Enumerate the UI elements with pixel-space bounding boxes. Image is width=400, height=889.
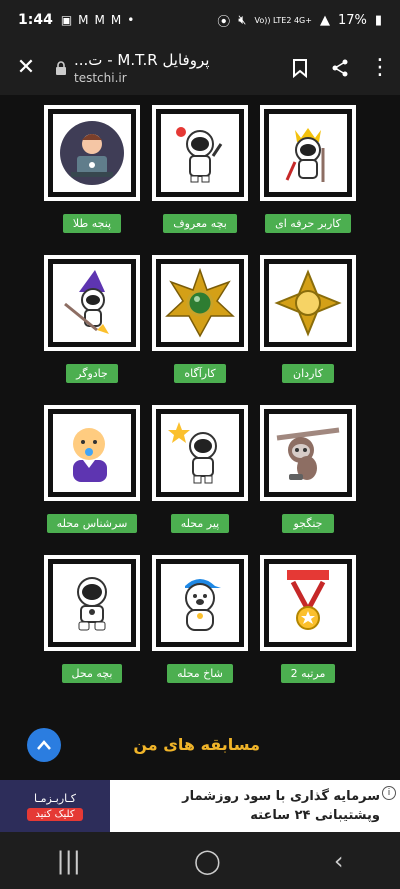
gmail-icon-2: M bbox=[94, 13, 105, 27]
ad-text[interactable]: سرمایه گذاری با سود روزشمار وپشتیبانی ۲۴… bbox=[110, 783, 400, 830]
dot-icon: • bbox=[127, 13, 135, 27]
domain-text: testchi.ir bbox=[74, 70, 127, 85]
badge-item[interactable]: کاردان bbox=[260, 255, 356, 383]
ad-brand[interactable]: کـاربـزمـا کلیک کنید bbox=[0, 780, 110, 832]
status-bar: 1:44 ▣ M M M • ⦿ 🔇︎ Vo)) LTE2 4G+ ▲ 17% … bbox=[0, 0, 400, 40]
browser-toolbar: ✕ پروفایل M.T.R - ت... testchi.ir ⋮ bbox=[0, 40, 400, 95]
battery-level: 17% bbox=[337, 12, 367, 28]
badge-label: کاربر حرفه ای bbox=[265, 214, 351, 233]
badge-label: کارآگاه bbox=[174, 364, 226, 383]
badge-frame bbox=[44, 405, 140, 501]
gold-cross-medal-icon bbox=[274, 269, 342, 337]
badge-item[interactable]: پیر محله bbox=[152, 405, 248, 533]
gallery-icon: ▣ bbox=[60, 13, 73, 27]
more-menu-icon[interactable]: ⋮ bbox=[360, 48, 400, 88]
badge-item[interactable]: 2 مرتبه bbox=[260, 555, 356, 683]
ad-cta-button[interactable]: کلیک کنید bbox=[27, 807, 83, 821]
badge-label: بچه محل bbox=[61, 664, 123, 683]
badge-item[interactable]: سرشناس محله bbox=[44, 405, 140, 533]
badge-frame bbox=[44, 255, 140, 351]
badge-item[interactable]: شاخ محله bbox=[152, 555, 248, 683]
gold-star-medal-icon bbox=[165, 268, 235, 338]
badge-frame bbox=[260, 405, 356, 501]
badge-item[interactable]: پنجه طلا bbox=[44, 105, 140, 233]
badge-item[interactable]: کاربر حرفه ای bbox=[260, 105, 356, 233]
badge-frame bbox=[152, 555, 248, 651]
network-indicator: Vo)) LTE2 4G+ bbox=[254, 15, 312, 25]
badge-frame bbox=[44, 555, 140, 651]
system-nav-bar: ||| ◯ ‹ bbox=[0, 832, 400, 889]
lock-icon[interactable] bbox=[52, 58, 70, 78]
badge-label: پیر محله bbox=[170, 514, 230, 533]
hacker-laptop-icon bbox=[60, 121, 124, 185]
location-icon: ⦿ bbox=[217, 14, 231, 30]
badge-label: سرشناس محله bbox=[46, 514, 138, 533]
badge-frame bbox=[260, 555, 356, 651]
badge-label: بچه معروف bbox=[163, 214, 237, 233]
home-icon[interactable]: ◯ bbox=[194, 847, 221, 875]
close-icon[interactable]: ✕ bbox=[6, 48, 46, 88]
page-content: کاربر حرفه ای بچه معروف پنجه طلا کاردان bbox=[0, 95, 400, 780]
badge-frame bbox=[152, 105, 248, 201]
astronaut-sitting-icon bbox=[77, 577, 107, 631]
ad-info-icon[interactable]: i bbox=[382, 786, 396, 800]
badge-label: جادوگر bbox=[66, 364, 118, 383]
astronaut-king-icon bbox=[285, 128, 325, 182]
badge-item[interactable]: بچه محل bbox=[44, 555, 140, 683]
ad-text-line2: وپشتیبانی ۲۴ ساعته bbox=[250, 808, 380, 823]
address-area[interactable]: پروفایل M.T.R - ت... testchi.ir bbox=[74, 51, 280, 85]
ad-brand-name: کـاربـزمـا bbox=[34, 791, 76, 805]
ad-banner[interactable]: کـاربـزمـا کلیک کنید سرمایه گذاری با سود… bbox=[0, 780, 400, 832]
badge-label: 2 مرتبه bbox=[280, 664, 336, 683]
gmail-icon: M bbox=[78, 13, 89, 27]
badge-frame bbox=[260, 255, 356, 351]
badge-label: پنجه طلا bbox=[62, 214, 122, 233]
astronaut-star-icon bbox=[168, 422, 217, 484]
bear-cap-icon bbox=[185, 579, 221, 631]
bookmark-icon[interactable] bbox=[280, 48, 320, 88]
badge-label: کاردان bbox=[282, 364, 334, 383]
page-title: پروفایل M.T.R - ت... bbox=[74, 50, 210, 69]
wizard-astronaut-icon bbox=[64, 270, 109, 334]
badge-item[interactable]: جادوگر bbox=[44, 255, 140, 383]
winner-medal-icon bbox=[287, 570, 329, 630]
battery-icon: ▮ bbox=[374, 12, 382, 28]
mute-icon: 🔇︎ bbox=[238, 12, 247, 28]
baby-icon bbox=[73, 428, 107, 482]
badge-frame bbox=[260, 105, 356, 201]
sloth-icon bbox=[276, 427, 340, 480]
back-icon[interactable]: ‹ bbox=[334, 847, 344, 875]
badge-frame bbox=[44, 105, 140, 201]
ad-text-line1: سرمایه گذاری با سود روزشمار bbox=[182, 788, 380, 804]
section-title: مسابقه های من bbox=[133, 735, 260, 754]
badge-label: شاخ محله bbox=[167, 664, 233, 683]
recent-apps-icon[interactable]: ||| bbox=[57, 847, 81, 875]
notification-icons: ▣ M M M • bbox=[61, 13, 135, 27]
share-icon[interactable] bbox=[320, 48, 360, 88]
gmail-icon-3: M bbox=[110, 13, 122, 27]
badge-frame bbox=[152, 405, 248, 501]
badge-item[interactable]: بچه معروف bbox=[152, 105, 248, 233]
astronaut-peace-icon bbox=[176, 127, 223, 183]
badge-item[interactable]: کارآگاه bbox=[152, 255, 248, 383]
status-time: 1:44 bbox=[18, 12, 53, 28]
signal-icon: ▲ bbox=[319, 12, 330, 28]
badge-frame bbox=[152, 255, 248, 351]
badge-item[interactable]: جنگجو bbox=[260, 405, 356, 533]
badge-label: جنگجو bbox=[282, 514, 334, 533]
